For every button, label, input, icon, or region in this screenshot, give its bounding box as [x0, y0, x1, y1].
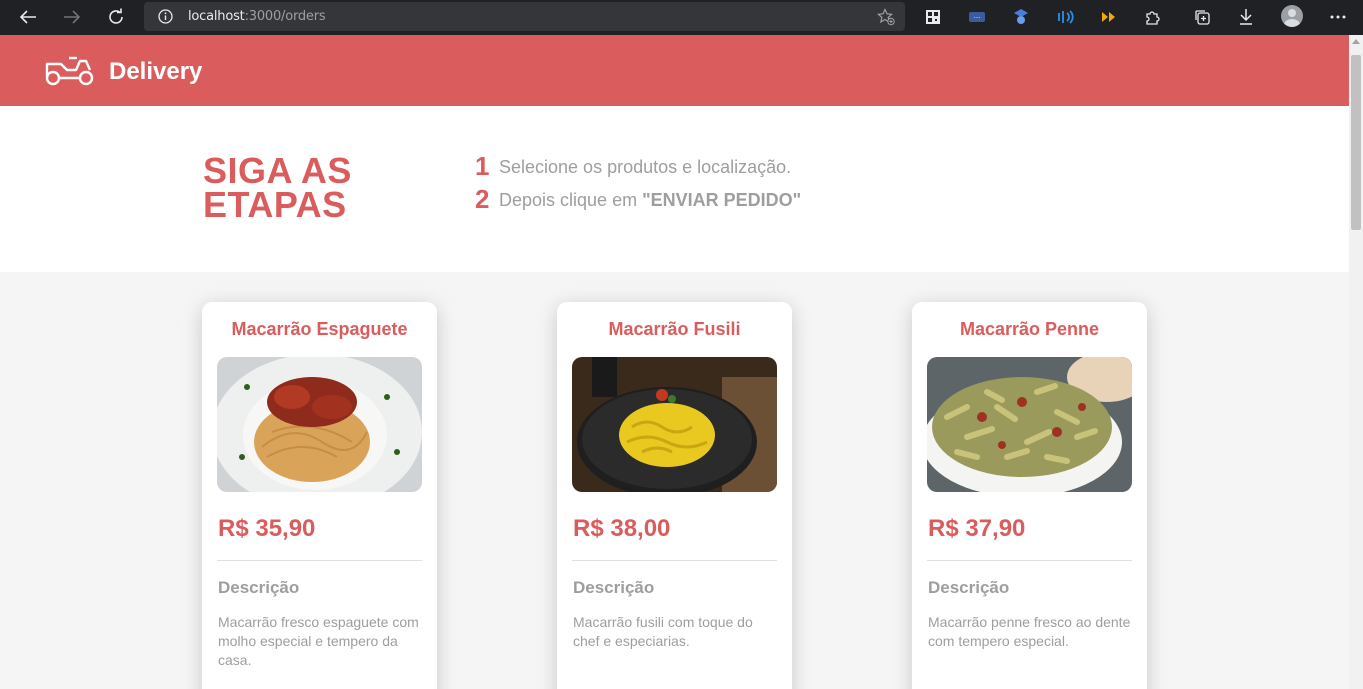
- page: Delivery SIGA AS ETAPAS 1 Selecione os pr…: [0, 35, 1349, 689]
- product-price: R$ 35,90: [218, 515, 316, 542]
- download-icon[interactable]: [1235, 6, 1257, 28]
- product-price: R$ 38,00: [573, 515, 671, 542]
- step-number: 2: [475, 184, 490, 214]
- product-image: [572, 357, 777, 492]
- profile-icon[interactable]: [1281, 5, 1303, 27]
- step-number: 1: [475, 151, 490, 181]
- header: Delivery: [0, 35, 1349, 106]
- url-text: localhost:3000/orders: [188, 9, 326, 24]
- description-label: Descrição: [218, 578, 300, 597]
- steps-section: SIGA AS ETAPAS 1 Selecione os produtos e …: [0, 106, 1349, 272]
- product-image: [927, 357, 1132, 492]
- divider: [927, 560, 1132, 561]
- reload-icon[interactable]: [103, 5, 129, 29]
- qr-icon[interactable]: [922, 6, 944, 28]
- browser-toolbar: localhost:3000/orders ···: [0, 0, 1363, 35]
- brand-name[interactable]: Delivery: [109, 58, 202, 86]
- product-price: R$ 37,90: [928, 515, 1026, 542]
- extension-icon[interactable]: [1054, 6, 1076, 28]
- product-card[interactable]: Macarrão Penne R$ 37,90 Descrição Macarr…: [912, 302, 1147, 689]
- svg-text:···: ···: [974, 14, 981, 22]
- motorbike-icon: [44, 55, 96, 92]
- step-2: 2 Depois clique em "ENVIAR PEDIDO": [475, 184, 801, 215]
- description-label: Descrição: [573, 578, 655, 597]
- scrollbar-thumb[interactable]: [1351, 55, 1361, 230]
- step-text: Selecione os produtos e localização.: [499, 157, 792, 177]
- product-description: Macarrão fresco espaguete com molho espe…: [218, 614, 419, 668]
- extension-icon[interactable]: ···: [966, 6, 988, 28]
- product-card[interactable]: Macarrão Espaguete R$ 35,90 Descrição Ma…: [202, 302, 437, 689]
- more-icon[interactable]: [1327, 6, 1349, 28]
- product-description: Macarrão fusili com toque do chef e espe…: [573, 614, 753, 649]
- step-1: 1 Selecione os produtos e localização.: [475, 151, 791, 182]
- step-highlight: "ENVIAR PEDIDO": [642, 190, 802, 210]
- product-card[interactable]: Macarrão Fusili R$ 38,00 Descrição Macar…: [557, 302, 792, 689]
- favorite-icon[interactable]: [876, 8, 895, 31]
- steps-title: SIGA AS ETAPAS: [203, 150, 352, 225]
- info-icon[interactable]: [158, 9, 173, 29]
- scroll-up-icon[interactable]: [1352, 39, 1360, 44]
- product-name: Macarrão Penne: [959, 319, 1100, 339]
- puzzle-icon[interactable]: [1142, 6, 1164, 28]
- extension-icon[interactable]: [1098, 6, 1120, 28]
- product-image: [217, 357, 422, 492]
- address-bar[interactable]: localhost:3000/orders: [144, 2, 905, 31]
- step-text: Depois clique em: [499, 190, 643, 210]
- divider: [572, 560, 777, 561]
- description-label: Descrição: [928, 578, 1010, 597]
- forward-icon[interactable]: [59, 5, 85, 29]
- product-name: Macarrão Fusili: [608, 319, 741, 339]
- scrollbar[interactable]: [1349, 35, 1363, 689]
- extension-icon[interactable]: [1010, 6, 1032, 28]
- back-icon[interactable]: [15, 5, 41, 29]
- divider: [217, 560, 422, 561]
- product-name: Macarrão Espaguete: [231, 319, 408, 339]
- product-description: Macarrão penne fresco ao dente com tempe…: [928, 614, 1131, 649]
- collections-icon[interactable]: [1191, 6, 1213, 28]
